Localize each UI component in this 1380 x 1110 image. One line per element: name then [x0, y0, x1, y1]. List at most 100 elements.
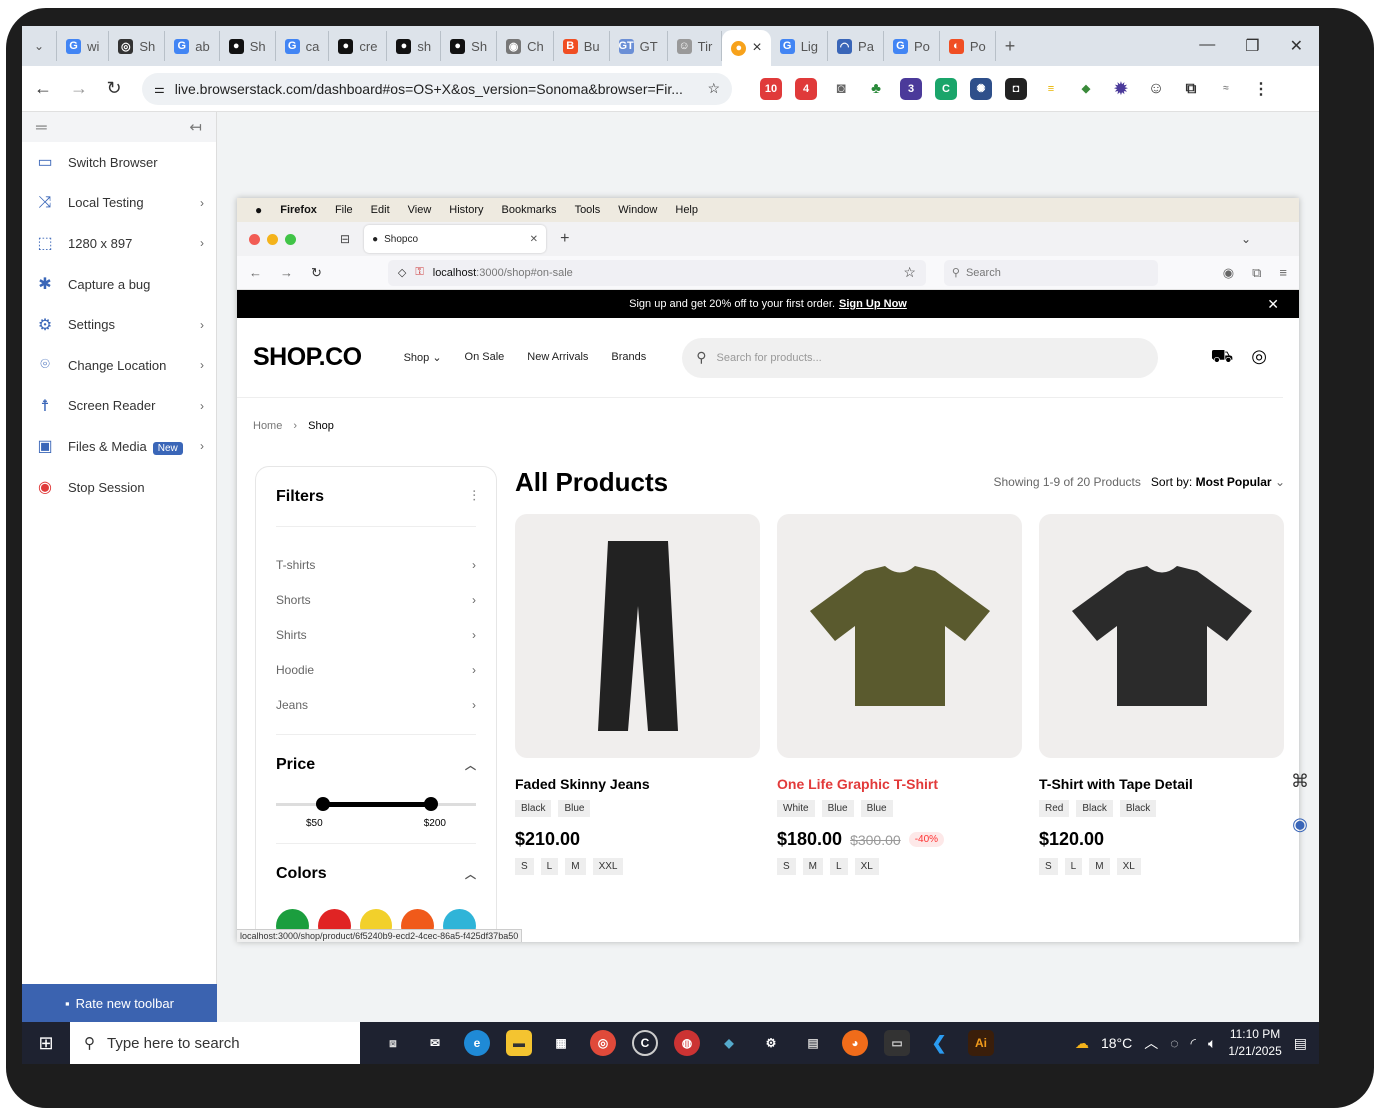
- size-tag[interactable]: XL: [854, 858, 879, 875]
- shop-nav-link[interactable]: On Sale: [465, 351, 505, 364]
- tab-list-chevron-icon[interactable]: ⌄: [1241, 232, 1251, 246]
- price-min-handle[interactable]: [316, 797, 330, 811]
- extension-icon[interactable]: ☺: [1145, 77, 1167, 100]
- mac-menu-item[interactable]: Edit: [371, 204, 390, 216]
- sidebar-item[interactable]: ◉ Stop Session: [22, 467, 216, 508]
- minimize-dot[interactable]: [267, 233, 278, 245]
- settings-icon[interactable]: ⚙: [758, 1030, 784, 1056]
- extension-icon[interactable]: ♣: [865, 77, 887, 100]
- size-tag[interactable]: L: [1064, 858, 1083, 875]
- browser-tab[interactable]: ☺ Tir: [668, 31, 723, 61]
- product-image[interactable]: [1039, 514, 1284, 758]
- zoom-dot[interactable]: [285, 233, 296, 245]
- shield-icon[interactable]: ◇: [398, 266, 406, 279]
- browser-tab[interactable]: ● Sh: [441, 31, 498, 61]
- address-bar[interactable]: ⚌ live.browserstack.com/dashboard#os=OS+…: [142, 72, 732, 105]
- browser-tab[interactable]: Gca: [276, 31, 330, 61]
- taskbar-search[interactable]: ⚲ Type here to search: [70, 1022, 360, 1064]
- clock[interactable]: 11:10 PM 1/21/2025: [1228, 1026, 1281, 1060]
- product-image[interactable]: [515, 514, 760, 758]
- profile-icon[interactable]: ≈: [1215, 77, 1237, 100]
- close-dot[interactable]: [249, 233, 260, 245]
- wifi-icon[interactable]: ◜: [1191, 1035, 1196, 1052]
- app-icon[interactable]: ▤: [800, 1030, 826, 1056]
- color-tag[interactable]: Blue: [558, 800, 591, 817]
- product-name[interactable]: One Life Graphic T-Shirt: [777, 776, 1022, 792]
- mac-menu-item[interactable]: Firefox: [280, 204, 317, 216]
- browser-tab[interactable]: ● sh: [387, 31, 442, 61]
- browser-tab[interactable]: GT GT: [610, 31, 668, 61]
- price-max-handle[interactable]: [424, 797, 438, 811]
- shop-logo[interactable]: SHOP.CO: [253, 343, 362, 372]
- reload-icon[interactable]: ↻: [311, 265, 322, 281]
- mac-menu-item[interactable]: Window: [618, 204, 657, 216]
- weather-temperature[interactable]: 18°C: [1101, 1035, 1132, 1051]
- browser-tab[interactable]: ● cre: [329, 31, 388, 61]
- shop-nav-link[interactable]: Brands: [611, 351, 646, 364]
- firefox-search-box[interactable]: ⚲ Search: [943, 259, 1158, 286]
- task-view-icon[interactable]: ⧈: [380, 1030, 406, 1056]
- browser-tab[interactable]: B Bu: [554, 31, 610, 61]
- mac-menu-item[interactable]: Tools: [575, 204, 601, 216]
- browser-tab[interactable]: ◠ Pa: [828, 31, 884, 61]
- mac-menu-item[interactable]: Bookmarks: [502, 204, 557, 216]
- size-tag[interactable]: S: [515, 858, 534, 875]
- sidebar-item[interactable]: ▭ Switch Browser: [22, 142, 216, 183]
- size-tag[interactable]: M: [802, 858, 824, 875]
- filter-category[interactable]: Shirts ›: [276, 617, 476, 652]
- puzzle-icon[interactable]: ⧉: [1180, 77, 1202, 100]
- lock-icon[interactable]: ⚿: [415, 266, 423, 279]
- breadcrumb-home[interactable]: Home: [253, 420, 282, 432]
- product-image[interactable]: [777, 514, 1022, 758]
- grid-icon[interactable]: ⌘: [1291, 771, 1309, 792]
- bookmark-star-icon[interactable]: ☆: [903, 264, 916, 281]
- remote-session-window[interactable]: ● Firefox File Edit View History Bookmarks Too…: [237, 198, 1299, 942]
- size-tag[interactable]: S: [777, 858, 796, 875]
- extension-icon[interactable]: ✹: [1110, 77, 1132, 100]
- color-tag[interactable]: Black: [1076, 800, 1113, 817]
- rate-toolbar-button[interactable]: ▪ Rate new toolbar: [22, 984, 217, 1022]
- illustrator-icon[interactable]: Ai: [968, 1030, 994, 1056]
- app-icon[interactable]: C: [632, 1030, 658, 1056]
- tab-active[interactable]: ● ×: [722, 30, 771, 66]
- extension-icon[interactable]: C: [935, 77, 957, 100]
- browser-tab[interactable]: ● Sh: [220, 31, 276, 61]
- color-tag[interactable]: Red: [1039, 800, 1070, 817]
- extension-icon[interactable]: ◆: [1075, 77, 1097, 100]
- browser-tab[interactable]: ◐ Po: [940, 31, 996, 61]
- size-tag[interactable]: S: [1039, 858, 1058, 875]
- app-icon[interactable]: ◍: [674, 1030, 700, 1056]
- browser-tab[interactable]: G Lig: [771, 31, 829, 61]
- weather-icon[interactable]: ☁: [1075, 1035, 1089, 1052]
- app-icon[interactable]: ◆: [716, 1030, 742, 1056]
- filter-category[interactable]: Hoodie ›: [276, 652, 476, 687]
- hamburger-menu-icon[interactable]: ≡: [1279, 265, 1287, 280]
- size-tag[interactable]: M: [1089, 858, 1110, 875]
- user-account-icon[interactable]: ◎: [1251, 346, 1267, 370]
- reload-icon[interactable]: ↻: [106, 78, 122, 99]
- size-tag[interactable]: M: [565, 858, 586, 875]
- chrome-icon[interactable]: ◎: [590, 1030, 616, 1056]
- browser-tab[interactable]: Gwi: [57, 31, 110, 61]
- firefox-icon[interactable]: ◕: [842, 1030, 868, 1056]
- product-card[interactable]: T-Shirt with Tape Detail Red Black Black $12…: [1039, 514, 1284, 875]
- mac-menu-item[interactable]: View: [408, 204, 432, 216]
- close-window-icon[interactable]: ✕: [1290, 36, 1303, 56]
- extension-icon[interactable]: 4: [795, 77, 817, 100]
- edge-icon[interactable]: e: [464, 1030, 490, 1056]
- browser-tab[interactable]: ◎ Sh: [109, 31, 166, 61]
- terminal-icon[interactable]: ▭: [884, 1030, 910, 1056]
- price-section-header[interactable]: Price ︿: [276, 734, 476, 794]
- sidebar-item[interactable]: ⤨ Local Testing ›: [22, 183, 216, 224]
- extensions-icon[interactable]: ⧉: [1252, 265, 1261, 281]
- product-search-input[interactable]: ⚲ Search for products...: [682, 337, 1159, 378]
- forward-icon[interactable]: →: [280, 265, 293, 280]
- price-range-slider[interactable]: [276, 796, 476, 812]
- mac-menu-item[interactable]: History: [449, 204, 483, 216]
- assistant-icon[interactable]: ◉: [1292, 814, 1308, 835]
- site-info-icon[interactable]: ⚌: [154, 82, 165, 96]
- product-name[interactable]: Faded Skinny Jeans: [515, 776, 760, 792]
- browser-tab[interactable]: Gab: [165, 31, 220, 61]
- volume-icon[interactable]: 🔈︎: [1208, 1035, 1216, 1052]
- filter-category[interactable]: Jeans ›: [276, 687, 476, 722]
